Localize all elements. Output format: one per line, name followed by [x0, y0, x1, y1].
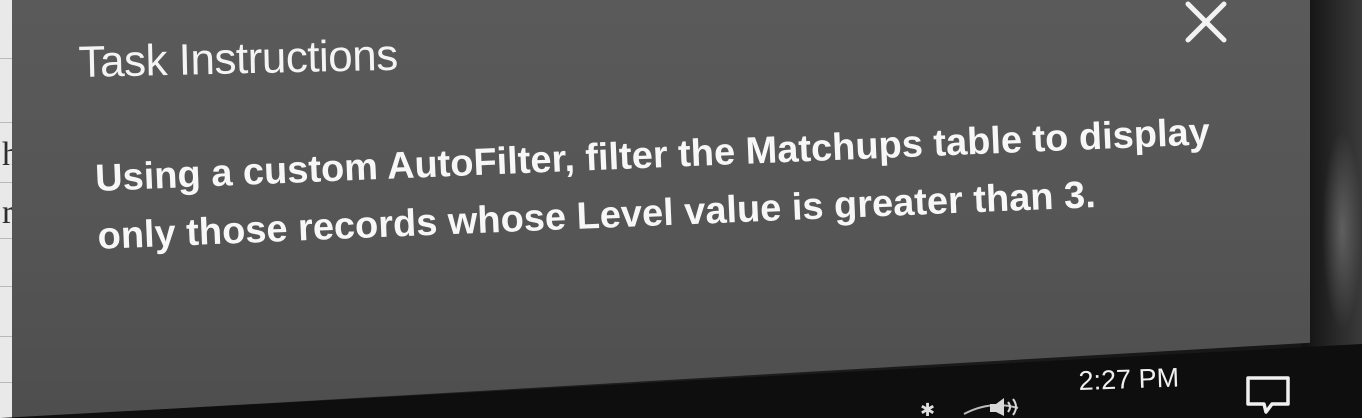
notification-icon [1246, 376, 1290, 414]
panel-title: Task Instructions [78, 30, 399, 87]
close-icon [1185, 1, 1227, 43]
task-instructions-panel: Task Instructions Using a custom AutoFil… [12, 0, 1310, 418]
bluetooth-icon[interactable]: ✱ [920, 400, 935, 418]
taskbar-clock[interactable]: 2:27 PM [1078, 362, 1180, 396]
screen: h r Task Instructions Using a custom Aut… [0, 0, 1362, 418]
volume-control[interactable] [960, 394, 1040, 418]
screen-glare [1322, 130, 1362, 330]
cell-text-fragment: r [2, 194, 14, 231]
notification-center-button[interactable] [1242, 374, 1294, 418]
close-button[interactable] [1182, 0, 1232, 46]
task-instruction-text: Using a custom AutoFilter, filter the Ma… [94, 111, 1211, 258]
volume-icon [963, 398, 1019, 416]
